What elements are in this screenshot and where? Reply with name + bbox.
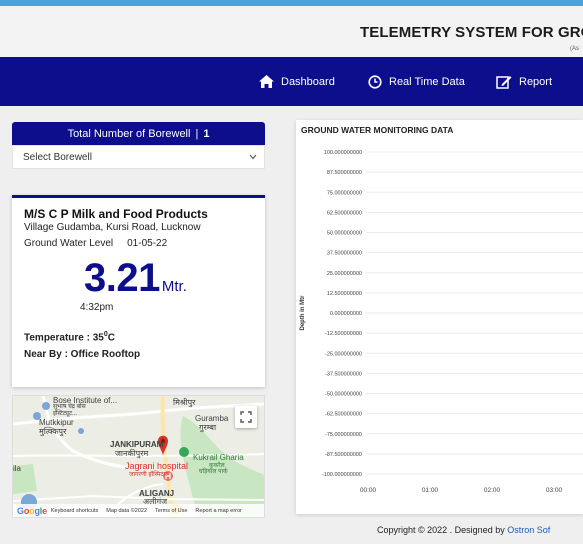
reading-time: 4:32pm bbox=[80, 302, 114, 313]
borewell-select-value: Select Borewell bbox=[23, 151, 92, 163]
map-label: JANKIPURAM bbox=[110, 440, 164, 449]
company-name: M/S C P Milk and Food Products bbox=[24, 207, 208, 221]
y-tick-label: 37.500000000 bbox=[327, 251, 362, 257]
map-label: जागरणी हॉस्पिटल bbox=[129, 472, 168, 478]
x-tick-label: 00:00 bbox=[360, 487, 377, 494]
temperature: Temperature : 350C bbox=[24, 331, 115, 343]
y-tick-label: -37.500000000 bbox=[325, 371, 362, 377]
clock-icon bbox=[368, 74, 382, 89]
map-terms-link[interactable]: Terms of Use bbox=[155, 508, 187, 514]
map-label: जानकीपुरम bbox=[115, 449, 149, 458]
map-label: Jagrani hospital bbox=[125, 461, 189, 471]
nav-real-time-data[interactable]: Real Time Data bbox=[368, 57, 465, 106]
total-borewell-count: 1 bbox=[203, 127, 210, 140]
copyright-text: Copyright © 2022 . Designed by bbox=[377, 525, 508, 535]
navbar: Dashboard Real Time Data Report bbox=[0, 57, 583, 106]
map-footer: Google Keyboard shortcuts Map data ©2022… bbox=[13, 504, 264, 517]
borewell-card: M/S C P Milk and Food Products Village G… bbox=[12, 195, 265, 387]
water-level-unit: Mtr. bbox=[161, 278, 187, 295]
y-tick-label: -50.000000000 bbox=[325, 392, 362, 398]
map-label: Kukrail Gharia bbox=[193, 453, 244, 462]
x-tick-label: 03:00 bbox=[546, 487, 563, 494]
water-level-value: 3.21 bbox=[84, 256, 160, 300]
map-fullscreen-button[interactable] bbox=[235, 406, 257, 428]
map-label: मुत्क्किपुर bbox=[39, 427, 67, 436]
chart-card: GROUND WATER MONITORING DATA 100.0000000… bbox=[296, 120, 583, 514]
y-tick-label: 50.000000000 bbox=[327, 231, 362, 237]
y-tick-label: 87.500000000 bbox=[327, 170, 362, 176]
y-tick-label: 12.500000000 bbox=[327, 291, 362, 297]
map-label: Mutkkipur bbox=[39, 418, 74, 427]
y-tick-label: -75.000000000 bbox=[325, 432, 362, 438]
y-tick-label: 62.500000000 bbox=[327, 210, 362, 216]
total-borewell-header: Total Number of Borewell | 1 bbox=[12, 122, 265, 145]
near-by: Near By : Office Rooftop bbox=[24, 349, 141, 360]
temperature-label: Temperature : 35 bbox=[24, 332, 104, 344]
copyright-footer: Copyright © 2022 . Designed by Ostron So… bbox=[377, 525, 550, 535]
home-icon bbox=[259, 75, 274, 88]
nav-dashboard[interactable]: Dashboard bbox=[259, 57, 335, 106]
x-tick-label: 01:00 bbox=[422, 487, 439, 494]
y-tick-label: -87.500000000 bbox=[325, 452, 362, 458]
map-keyboard-shortcuts-link[interactable]: Keyboard shortcuts bbox=[51, 508, 98, 514]
y-axis-label: Depth in Mtr bbox=[300, 295, 306, 331]
y-tick-label: -62.500000000 bbox=[325, 412, 362, 418]
x-tick-label: 02:00 bbox=[484, 487, 501, 494]
y-tick-label: -100.000000000 bbox=[322, 472, 362, 478]
reading-date: 01-05-22 bbox=[127, 238, 168, 249]
nav-report-label: Report bbox=[519, 75, 553, 88]
map-label: घड़ियाल पार्क bbox=[199, 469, 228, 475]
y-tick-label: 100.000000000 bbox=[324, 150, 362, 156]
total-borewell-label: Total Number of Borewell bbox=[67, 127, 191, 140]
ground-water-chart: 100.000000000 87.500000000 75.000000000 62.… bbox=[300, 150, 583, 494]
y-tick-label: 75.000000000 bbox=[327, 190, 362, 196]
y-tick-label: 25.000000000 bbox=[327, 271, 362, 277]
y-tick-label: -12.500000000 bbox=[325, 331, 362, 337]
chevron-down-icon bbox=[249, 154, 257, 160]
nav-report[interactable]: Report bbox=[496, 57, 552, 106]
fullscreen-icon bbox=[240, 411, 252, 423]
map-label: ila bbox=[13, 464, 22, 473]
designer-link[interactable]: Ostron Sof bbox=[507, 525, 550, 535]
company-address: Village Gudamba, Kursi Road, Lucknow bbox=[24, 222, 201, 233]
y-tick-label: -25.000000000 bbox=[325, 351, 362, 357]
page-header: TELEMETRY SYSTEM FOR GRO (As bbox=[0, 6, 583, 58]
page-title: TELEMETRY SYSTEM FOR GRO bbox=[360, 24, 583, 41]
ground-water-level-label: Ground Water Level bbox=[24, 238, 114, 249]
map-data-credit: Map data ©2022 bbox=[106, 507, 148, 514]
divider: | bbox=[195, 127, 199, 140]
page-subtitle: (As bbox=[570, 46, 579, 52]
ground-water-level-row: Ground Water Level 01-05-22 bbox=[24, 238, 167, 249]
nav-real-time-data-label: Real Time Data bbox=[389, 75, 465, 88]
edit-icon bbox=[496, 75, 512, 89]
map-label: मिश्रीपुर bbox=[173, 398, 196, 407]
map-report-error-link[interactable]: Report a map error bbox=[195, 508, 241, 514]
borewell-select[interactable]: Select Borewell bbox=[12, 145, 265, 169]
location-map[interactable]: Bose Institute of... सुभाष चंद्र बोस इंस… bbox=[12, 395, 265, 518]
map-label: गुरम्बा bbox=[199, 423, 217, 432]
y-tick-label: 0.000000000 bbox=[330, 311, 362, 317]
water-level-reading: 3.21 Mtr. bbox=[84, 256, 187, 301]
nav-dashboard-label: Dashboard bbox=[281, 75, 335, 88]
google-logo: Google bbox=[17, 505, 47, 516]
map-label: Guramba bbox=[195, 414, 229, 423]
temperature-unit: C bbox=[107, 332, 115, 344]
